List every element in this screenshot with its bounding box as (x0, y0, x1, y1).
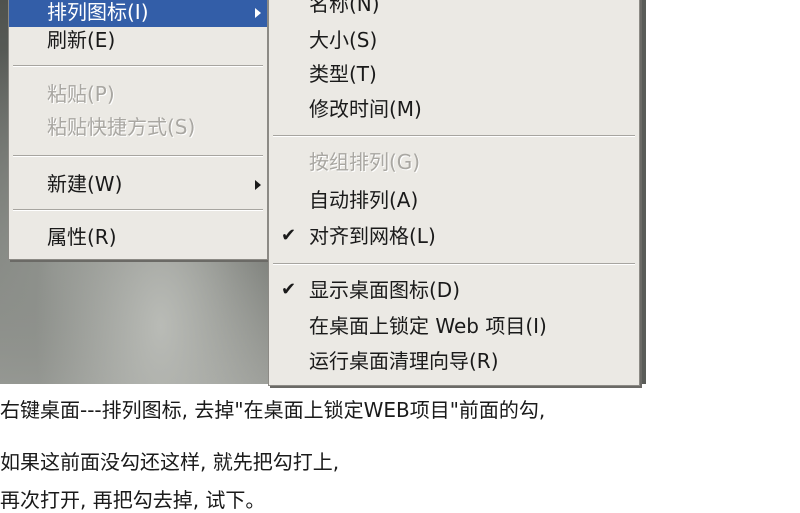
desktop-edge (640, 0, 646, 384)
menu-separator (13, 209, 263, 211)
menu-item-label: 在桌面上锁定 Web 项目(I) (309, 314, 547, 338)
arrange-icons-submenu: 名称(N) 大小(S) 类型(T) 修改时间(M) 按组排列(G) 自动排列(A… (268, 0, 640, 386)
menu-item-label: 粘贴(P) (47, 82, 115, 106)
submenu-item-show-desktop-icons[interactable]: ✔ 显示桌面图标(D) (269, 275, 639, 305)
caption-line-2: 如果这前面没勾还这样, 就先把勾打上, (0, 450, 340, 474)
caption-line-3: 再次打开, 再把勾去掉, 试下。 (0, 488, 266, 512)
menu-item-label: 排列图标(I) (47, 0, 149, 24)
menu-item-paste-shortcut[interactable]: 粘贴快捷方式(S) (9, 112, 267, 142)
submenu-item-align-to-grid[interactable]: ✔ 对齐到网格(L) (269, 221, 639, 251)
menu-item-arrange-icons[interactable]: 排列图标(I) (9, 0, 267, 27)
menu-item-label: 按组排列(G) (309, 150, 421, 174)
menu-item-label: 粘贴快捷方式(S) (47, 115, 196, 139)
submenu-item-desktop-cleanup-wizard[interactable]: 运行桌面清理向导(R) (269, 346, 639, 376)
menu-item-label: 刷新(E) (47, 28, 116, 52)
submenu-item-name[interactable]: 名称(N) (269, 0, 639, 19)
menu-item-paste[interactable]: 粘贴(P) (9, 79, 267, 109)
menu-item-label: 名称(N) (309, 0, 380, 16)
menu-item-label: 运行桌面清理向导(R) (309, 349, 499, 373)
submenu-item-type[interactable]: 类型(T) (269, 59, 639, 89)
menu-item-label: 对齐到网格(L) (309, 224, 436, 248)
checkmark-icon: ✔ (281, 225, 297, 246)
menu-item-properties[interactable]: 属性(R) (9, 222, 267, 252)
menu-item-new[interactable]: 新建(W) (9, 169, 267, 199)
menu-separator (273, 263, 635, 265)
menu-item-label: 修改时间(M) (309, 97, 422, 121)
desktop-context-menu: 排列图标(I) 刷新(E) 粘贴(P) 粘贴快捷方式(S) 新建(W) 属性(R… (8, 0, 268, 260)
submenu-arrow-icon (255, 180, 261, 190)
submenu-item-auto-arrange[interactable]: 自动排列(A) (269, 185, 639, 215)
menu-separator (13, 65, 263, 67)
menu-item-label: 新建(W) (47, 172, 123, 196)
menu-item-label: 自动排列(A) (309, 188, 419, 212)
submenu-item-group-by[interactable]: 按组排列(G) (269, 147, 639, 177)
checkmark-icon: ✔ (281, 279, 297, 300)
submenu-arrow-icon (255, 8, 261, 18)
menu-item-label: 属性(R) (47, 225, 117, 249)
menu-item-label: 显示桌面图标(D) (309, 278, 461, 302)
submenu-item-lock-web-items[interactable]: 在桌面上锁定 Web 项目(I) (269, 311, 639, 341)
caption-line-1: 右键桌面---排列图标, 去掉"在桌面上锁定WEB项目"前面的勾, (0, 398, 546, 422)
submenu-item-size[interactable]: 大小(S) (269, 25, 639, 55)
submenu-item-modified-time[interactable]: 修改时间(M) (269, 94, 639, 124)
menu-item-label: 类型(T) (309, 62, 377, 86)
menu-separator (273, 135, 635, 137)
menu-item-refresh[interactable]: 刷新(E) (9, 25, 267, 55)
menu-separator (13, 155, 263, 157)
menu-item-label: 大小(S) (309, 28, 378, 52)
